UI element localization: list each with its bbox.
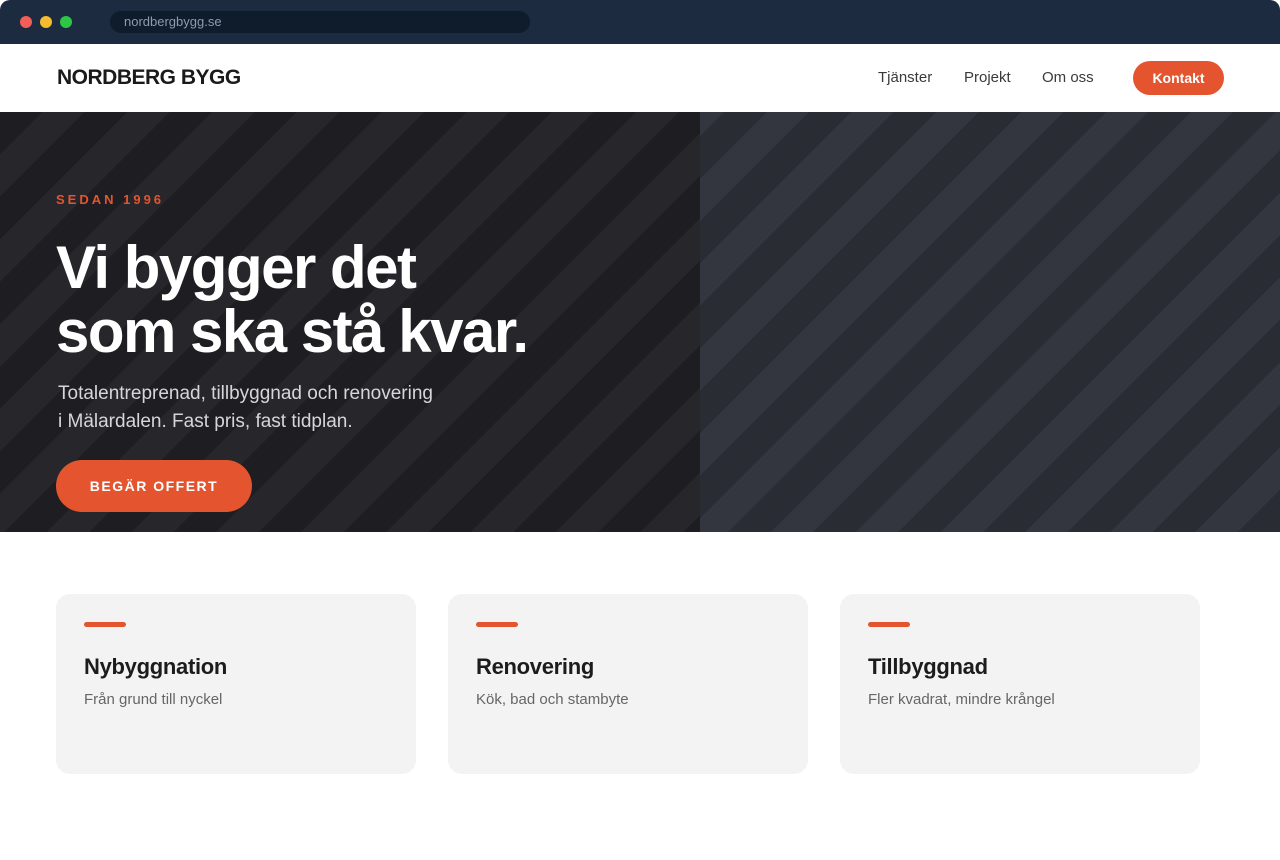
site-header: NORDBERG BYGG Tjänster Projekt Om oss Ko… bbox=[0, 44, 1280, 112]
service-card-description: Fler kvadrat, mindre krångel bbox=[868, 691, 1055, 708]
hero-subtext: Totalentreprenad, tillbyggnad och renove… bbox=[58, 380, 478, 436]
hero-headline-line1: Vi bygger det bbox=[56, 234, 417, 301]
service-card-nybyggnation[interactable]: Nybyggnation Från grund till nyckel bbox=[56, 594, 416, 774]
service-card-renovering[interactable]: Renovering Kök, bad och stambyte bbox=[448, 594, 808, 774]
hero-image-placeholder bbox=[700, 112, 1280, 532]
hero-subtext-line1: Totalentreprenad, tillbyggnad och renove… bbox=[58, 383, 433, 404]
service-card-title: Renovering bbox=[476, 654, 595, 679]
nav-link-om-oss[interactable]: Om oss bbox=[1042, 69, 1094, 86]
card-accent-bar bbox=[476, 622, 518, 627]
address-bar[interactable]: nordbergbygg.se bbox=[110, 11, 530, 33]
hero-eyebrow: SEDAN 1996 bbox=[56, 192, 165, 207]
card-accent-bar bbox=[868, 622, 910, 627]
hero-section: SEDAN 1996 Vi bygger det som ska stå kva… bbox=[0, 112, 1280, 532]
contact-button[interactable]: Kontakt bbox=[1133, 61, 1224, 95]
service-card-title: Tillbyggnad bbox=[868, 654, 988, 679]
maximize-window-icon[interactable] bbox=[60, 16, 72, 28]
hero-subtext-line2: i Mälardalen. Fast pris, fast tidplan. bbox=[58, 411, 353, 432]
request-quote-button[interactable]: BEGÄR OFFERT bbox=[56, 460, 252, 512]
service-card-description: Kök, bad och stambyte bbox=[476, 691, 629, 708]
minimize-window-icon[interactable] bbox=[40, 16, 52, 28]
service-card-tillbyggnad[interactable]: Tillbyggnad Fler kvadrat, mindre krångel bbox=[840, 594, 1200, 774]
service-card-title: Nybyggnation bbox=[84, 654, 228, 679]
hero-headline-line2: som ska stå kvar. bbox=[56, 298, 529, 365]
service-card-description: Från grund till nyckel bbox=[84, 691, 223, 708]
hero-headline: Vi bygger det som ska stå kvar. bbox=[56, 236, 616, 364]
card-accent-bar bbox=[84, 622, 126, 627]
site-logo[interactable]: NORDBERG BYGG bbox=[57, 66, 241, 90]
close-window-icon[interactable] bbox=[20, 16, 32, 28]
nav-link-tjanster[interactable]: Tjänster bbox=[878, 69, 932, 86]
browser-chrome: nordbergbygg.se bbox=[0, 0, 1280, 44]
services-list: Nybyggnation Från grund till nyckel Reno… bbox=[56, 594, 1200, 774]
nav-link-projekt[interactable]: Projekt bbox=[964, 69, 1011, 86]
